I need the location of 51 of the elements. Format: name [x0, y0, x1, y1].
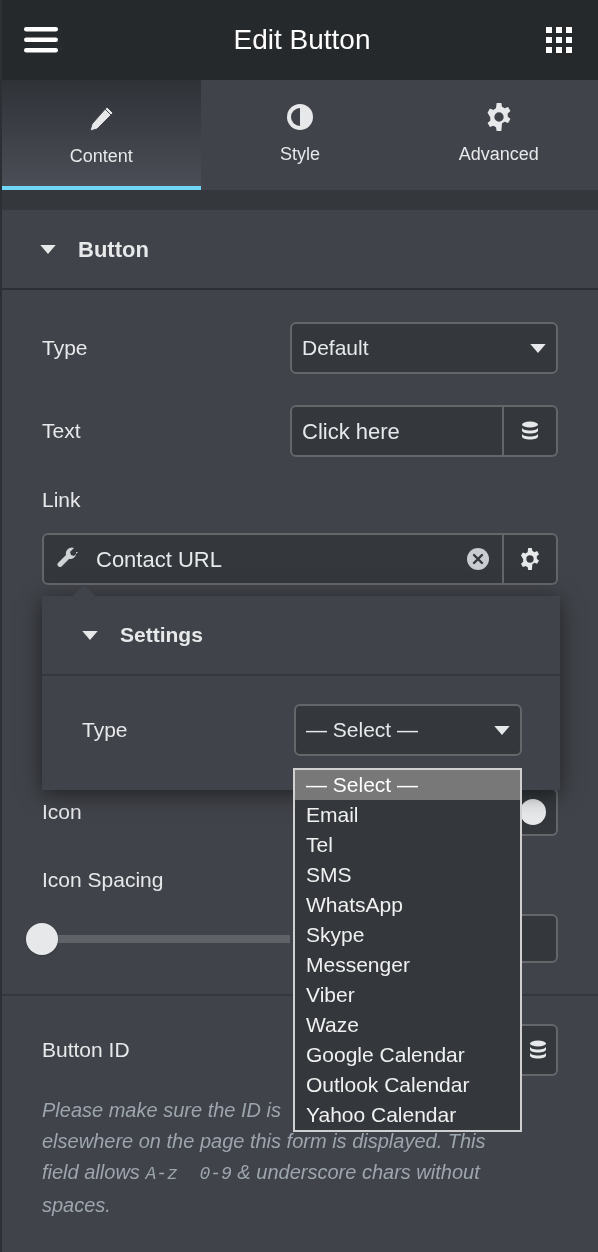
dropdown-option[interactable]: Waze	[295, 1010, 520, 1040]
field-label: Icon Spacing	[42, 867, 164, 894]
field-label: Text	[42, 418, 81, 445]
dropdown-option[interactable]: SMS	[295, 860, 520, 890]
dropdown-option[interactable]: Google Calendar	[295, 1040, 520, 1070]
database-icon	[521, 421, 539, 441]
help-text: spaces.	[42, 1193, 111, 1218]
field-label: Link	[42, 487, 81, 514]
window-title: Edit Button	[233, 23, 371, 57]
dropdown-option[interactable]: WhatsApp	[295, 890, 520, 920]
caret-down-icon	[82, 630, 98, 640]
dropdown-option[interactable]: Skype	[295, 920, 520, 950]
dynamic-tags-button[interactable]	[520, 1024, 558, 1076]
tab[interactable]: Content	[2, 80, 201, 190]
type-select[interactable]: — Select —	[294, 704, 522, 756]
caret-down-icon	[494, 725, 510, 735]
dropdown-option[interactable]: Messenger	[295, 950, 520, 980]
caret-down-icon	[40, 244, 56, 254]
clear-icon[interactable]	[466, 547, 490, 571]
dropdown-option[interactable]: Outlook Calendar	[295, 1070, 520, 1100]
field-label: Icon	[42, 799, 82, 826]
dropdown-option[interactable]: — Select —	[295, 770, 520, 800]
help-text: elsewhere on the page this form is displayed. This	[42, 1129, 486, 1154]
help-text: field allows A-z 0-9 & underscore chars without	[42, 1160, 480, 1186]
dropdown-option[interactable]: Email	[295, 800, 520, 830]
database-icon	[529, 1040, 547, 1060]
field-label: Type	[82, 717, 128, 744]
popover-header[interactable]: Settings	[42, 596, 560, 676]
dropdown-option[interactable]: Yahoo Calendar	[295, 1100, 520, 1130]
dropdown-option[interactable]: Tel	[295, 830, 520, 860]
field-label: Button ID	[42, 1037, 130, 1064]
slider[interactable]	[26, 922, 290, 955]
icon-picker[interactable]	[520, 788, 558, 836]
circle-icon	[520, 799, 546, 825]
pencil-icon	[87, 104, 116, 133]
contrast-icon	[286, 102, 314, 131]
type-select[interactable]: Default	[290, 322, 558, 374]
dropdown-option[interactable]: Viber	[295, 980, 520, 1010]
link-input[interactable]: Contact URL	[42, 533, 504, 585]
field-label: Type	[42, 335, 88, 362]
caret-down-icon	[530, 343, 546, 353]
slider-thumb[interactable]	[26, 922, 58, 955]
help-text: Please make sure the ID is	[42, 1098, 281, 1123]
number-input[interactable]	[520, 914, 558, 963]
apps-grid-icon[interactable]	[546, 27, 572, 53]
text-input[interactable]: Click here	[290, 405, 504, 457]
dynamic-tags-button[interactable]	[504, 405, 558, 457]
menu-icon[interactable]	[24, 27, 58, 53]
section-header[interactable]: Button	[2, 210, 598, 290]
settings-icon	[519, 548, 541, 570]
link-settings-button[interactable]	[504, 533, 558, 585]
